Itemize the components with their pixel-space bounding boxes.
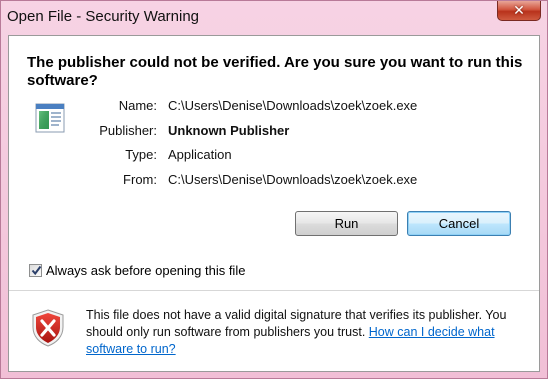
warning-message: This file does not have a valid digital … (86, 307, 528, 358)
always-ask-label: Always ask before opening this file (46, 262, 246, 278)
cancel-button[interactable]: Cancel (407, 211, 511, 236)
window-title: Open File - Security Warning (7, 8, 200, 25)
from-label: From: (123, 172, 157, 187)
name-label: Name: (118, 98, 157, 113)
checkmark-icon (31, 265, 42, 275)
divider (9, 290, 539, 291)
always-ask-checkbox[interactable] (29, 263, 42, 277)
name-value: C:\Users\Denise\Downloads\zoek\zoek.exe (168, 98, 418, 113)
dialog-body: The publisher could not be verified. Are… (8, 35, 540, 372)
security-warning-window: Open File - Security Warning ✕ The publi… (0, 0, 548, 379)
run-button[interactable]: Run (295, 211, 398, 236)
type-label: Type: (125, 147, 157, 162)
title-bar[interactable]: Open File - Security Warning ✕ (1, 1, 547, 35)
security-shield-error-icon (32, 309, 64, 347)
publisher-value: Unknown Publisher (168, 123, 290, 138)
publisher-label: Publisher: (99, 123, 157, 138)
always-ask-checkbox-row[interactable]: Always ask before opening this file (29, 262, 245, 278)
type-value: Application (168, 147, 232, 162)
dialog-heading: The publisher could not be verified. Are… (27, 54, 523, 89)
close-icon: ✕ (513, 2, 525, 19)
close-button[interactable]: ✕ (497, 1, 541, 21)
from-value: C:\Users\Denise\Downloads\zoek\zoek.exe (168, 172, 418, 187)
